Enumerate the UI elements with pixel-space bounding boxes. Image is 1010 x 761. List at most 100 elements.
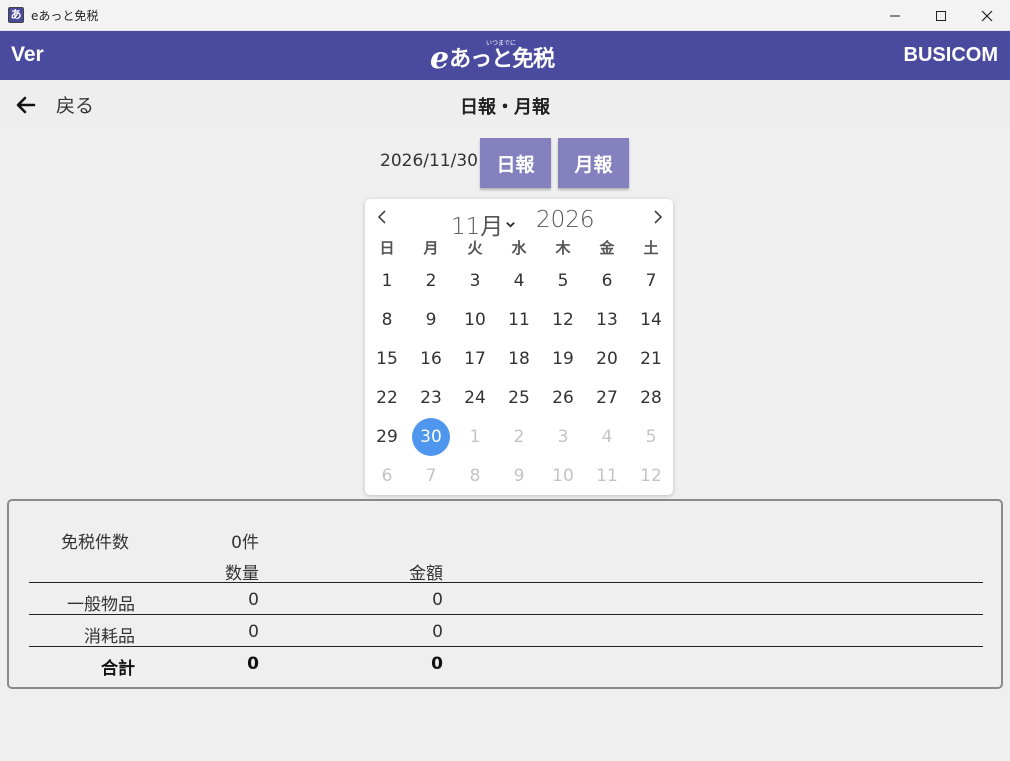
day-number: 27 (596, 387, 618, 408)
day-number: 26 (552, 387, 574, 408)
calendar-day[interactable]: 3 (541, 417, 585, 456)
calendar-day[interactable]: 6 (365, 456, 409, 495)
day-number: 13 (596, 309, 618, 330)
calendar-day[interactable]: 6 (585, 261, 629, 300)
calendar-day[interactable]: 4 (585, 417, 629, 456)
calendar-week: 29 30 1 2 3 4 5 (365, 417, 673, 456)
daily-report-button[interactable]: 日報 (480, 138, 551, 188)
calendar-day[interactable]: 19 (541, 339, 585, 378)
total-label: 合計 (101, 659, 135, 679)
window-titlebar: あ eあっと免税 (0, 0, 1010, 31)
calendar-day[interactable]: 10 (453, 300, 497, 339)
divider (29, 614, 983, 615)
day-number: 25 (508, 387, 530, 408)
prev-month-button[interactable] (373, 207, 393, 227)
calendar-day[interactable]: 14 (629, 300, 673, 339)
count-label: 免税件数 (61, 533, 129, 553)
close-icon (981, 10, 993, 21)
calendar-day[interactable]: 26 (541, 378, 585, 417)
calendar-day[interactable]: 1 (365, 261, 409, 300)
weekday-label: 火 (467, 239, 483, 257)
version-label: Ver (11, 43, 44, 66)
day-number: 8 (469, 465, 481, 486)
weekday-label: 木 (555, 239, 571, 257)
next-month-button[interactable] (647, 207, 667, 227)
calendar-day[interactable]: 9 (409, 300, 453, 339)
calendar-day[interactable]: 12 (629, 456, 673, 495)
calendar-day[interactable]: 18 (497, 339, 541, 378)
day-number: 29 (376, 426, 398, 447)
calendar-day[interactable]: 4 (497, 261, 541, 300)
day-number: 1 (469, 426, 481, 447)
page-title: 日報・月報 (460, 97, 550, 118)
day-number: 21 (640, 348, 662, 369)
date-picker-popup: 11月 2026 日月火水木金土 1 2 3 4 5 6 7 8 9 10 11 12 13 14 15 16… (365, 199, 673, 495)
day-number: 12 (640, 465, 662, 486)
calendar-day[interactable]: 11 (585, 456, 629, 495)
total-amount: 0 (431, 654, 443, 674)
calendar-day[interactable]: 28 (629, 378, 673, 417)
divider (29, 582, 983, 583)
calendar-day[interactable]: 3 (453, 261, 497, 300)
monthly-report-button[interactable]: 月報 (558, 138, 629, 188)
calendar-week: 22 23 24 25 26 27 28 (365, 378, 673, 417)
calendar-day-selected[interactable]: 30 (409, 417, 453, 456)
day-number: 23 (420, 387, 442, 408)
minimize-icon (890, 15, 900, 16)
calendar-day[interactable]: 23 (409, 378, 453, 417)
calendar-day[interactable]: 13 (585, 300, 629, 339)
calendar-day[interactable]: 12 (541, 300, 585, 339)
calendar-day[interactable]: 15 (365, 339, 409, 378)
day-number: 9 (513, 465, 525, 486)
calendar-day[interactable]: 16 (409, 339, 453, 378)
calendar-day[interactable]: 21 (629, 339, 673, 378)
calendar-day[interactable]: 27 (585, 378, 629, 417)
logo-e: e (430, 41, 450, 76)
calendar-day[interactable]: 7 (629, 261, 673, 300)
calendar-day[interactable]: 5 (541, 261, 585, 300)
divider (29, 646, 983, 647)
calendar-day[interactable]: 17 (453, 339, 497, 378)
calendar-day[interactable]: 29 (365, 417, 409, 456)
calendar-day[interactable]: 22 (365, 378, 409, 417)
day-number: 16 (420, 348, 442, 369)
calendar-day[interactable]: 1 (453, 417, 497, 456)
calendar-day[interactable]: 24 (453, 378, 497, 417)
calendar-week: 1 2 3 4 5 6 7 (365, 261, 673, 300)
day-number: 12 (552, 309, 574, 330)
calendar-day[interactable]: 5 (629, 417, 673, 456)
minimize-button[interactable] (872, 0, 918, 31)
calendar-day[interactable]: 11 (497, 300, 541, 339)
calendar-day[interactable]: 2 (497, 417, 541, 456)
calendar-week: 6 7 8 9 10 11 12 (365, 456, 673, 495)
calendar-day[interactable]: 9 (497, 456, 541, 495)
day-number: 3 (469, 270, 481, 291)
calendar-day[interactable]: 25 (497, 378, 541, 417)
day-number: 10 (464, 309, 486, 330)
calendar-day[interactable]: 8 (453, 456, 497, 495)
calendar-day[interactable]: 2 (409, 261, 453, 300)
calendar-day[interactable]: 8 (365, 300, 409, 339)
brand-header: Ver e あっと免税 いつまでに BUSICOM (0, 31, 1010, 80)
maximize-icon (936, 10, 946, 21)
close-button[interactable] (964, 0, 1010, 31)
calendar-week: 8 9 10 11 12 13 14 (365, 300, 673, 339)
day-number: 17 (464, 348, 486, 369)
year-label[interactable]: 2026 (536, 207, 595, 233)
calendar-day[interactable]: 20 (585, 339, 629, 378)
calendar-day[interactable]: 10 (541, 456, 585, 495)
day-number: 6 (381, 465, 393, 486)
selected-date[interactable]: 2026/11/30 (380, 151, 478, 171)
day-number: 5 (557, 270, 569, 291)
day-number: 20 (596, 348, 618, 369)
day-number: 3 (557, 426, 569, 447)
company-name: BUSICOM (903, 44, 998, 66)
day-number: 19 (552, 348, 574, 369)
summary-panel: 免税件数 0件 数量 金額 一般物品 0 0 消耗品 0 0 合計 0 0 (7, 499, 1003, 689)
calendar-day[interactable]: 7 (409, 456, 453, 495)
weekday-header: 日月火水木金土 (365, 235, 673, 261)
maximize-button[interactable] (918, 0, 964, 31)
day-number: 8 (381, 309, 393, 330)
day-number: 22 (376, 387, 398, 408)
count-value: 0件 (231, 533, 259, 553)
